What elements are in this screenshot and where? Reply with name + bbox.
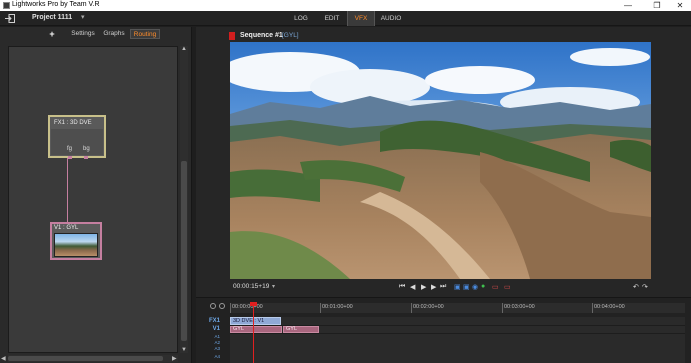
video-node-thumbnail: [54, 233, 98, 257]
scrollbar-thumb[interactable]: [181, 161, 187, 341]
timecode-dropdown-icon[interactable]: ▾: [272, 283, 275, 290]
step-forward-icon[interactable]: ▶: [431, 283, 436, 291]
exit-icon[interactable]: [5, 14, 15, 23]
go-to-end-icon[interactable]: ⏭: [440, 283, 446, 291]
maximize-button[interactable]: ❐: [646, 0, 668, 11]
ruler-tick: [411, 303, 412, 313]
timeline-panel: 00:00:00+00 00:01:00+00 00:02:00+00 00:0…: [196, 297, 691, 363]
project-name[interactable]: Project 1111: [32, 14, 72, 21]
ruler-label: 00:03:00+00: [504, 304, 535, 310]
track-fx1[interactable]: [230, 317, 685, 326]
redo-icon[interactable]: ↷: [642, 283, 648, 291]
tab-edit[interactable]: EDIT: [318, 11, 346, 26]
video-clip-label: GYL: [286, 326, 298, 332]
minimize-button[interactable]: —: [617, 0, 639, 11]
play-icon[interactable]: ▶: [421, 283, 426, 291]
track-label-a1[interactable]: A1: [208, 334, 220, 339]
window-titlebar: Lightworks Pro by Team V.R — ❐ ✕: [0, 0, 691, 11]
app-icon: [3, 2, 10, 9]
track-label-fx1[interactable]: FX1: [208, 318, 220, 324]
sequence-subtitle: [GYL]: [282, 32, 299, 39]
ruler-tick: [592, 303, 593, 313]
vertical-scrollbar[interactable]: [180, 46, 188, 353]
port-bg[interactable]: [84, 156, 88, 159]
video-node[interactable]: V1 : GYL: [50, 222, 102, 260]
zoom-in-icon[interactable]: [210, 303, 216, 309]
ruler-tick: [230, 303, 231, 313]
video-node-label: V1 : GYL: [54, 225, 79, 231]
replace-icon[interactable]: ▭: [504, 283, 511, 291]
playhead[interactable]: [253, 303, 254, 363]
port-label-fg: fg: [67, 146, 73, 152]
fx-node[interactable]: FX1 : 3D DVE fg bg: [48, 115, 106, 159]
add-effect-button[interactable]: +: [46, 29, 58, 39]
window-title: Lightworks Pro by Team V.R: [12, 1, 100, 8]
video-clip-label: GYL: [233, 326, 245, 332]
tab-log[interactable]: LOG: [287, 11, 315, 26]
fx-node-body: [51, 129, 103, 155]
track-label-v1[interactable]: V1: [208, 326, 220, 332]
horizontal-scrollbar[interactable]: [8, 355, 178, 362]
port-label-bg: bg: [83, 146, 90, 152]
project-dropdown-icon[interactable]: ▾: [81, 13, 85, 21]
fx-node-label: FX1 : 3D DVE: [54, 120, 92, 126]
video-clip[interactable]: GYL: [283, 326, 319, 333]
go-to-start-icon[interactable]: ⏮: [399, 283, 405, 291]
video-clip[interactable]: GYL: [230, 326, 282, 333]
tab-graphs[interactable]: Graphs: [101, 29, 127, 39]
scroll-left-icon[interactable]: ◀: [1, 355, 6, 362]
ruler-label: 00:01:00+00: [322, 304, 353, 310]
fx-clip[interactable]: 3D DVE : V1: [230, 317, 281, 325]
track-label-a2[interactable]: A2: [208, 340, 220, 345]
app-toolbar: Project 1111 ▾ LOG EDIT VFX AUDIO: [0, 11, 691, 26]
video-viewer[interactable]: [230, 42, 651, 279]
ruler-label: 00:04:00+00: [594, 304, 625, 310]
track-label-a3[interactable]: A3: [208, 346, 220, 351]
tab-audio[interactable]: AUDIO: [377, 11, 405, 26]
track-label-a4[interactable]: A4: [208, 354, 220, 359]
ruler-label: 00:02:00+00: [413, 304, 444, 310]
sequence-marker-icon: [229, 32, 235, 40]
scrollbar-thumb[interactable]: [8, 356, 163, 361]
vfx-panel: + Settings Graphs Routing FX1 : 3D DVE f…: [0, 27, 192, 363]
tab-routing[interactable]: Routing: [130, 29, 160, 39]
mark-in-icon[interactable]: ▣: [454, 283, 461, 291]
viewer-panel: Sequence #1 [GYL] 00:00:15+19 ▾ ⏮ ◀ ▶ ▶ …: [196, 27, 691, 297]
timecode-display[interactable]: 00:00:15+19: [233, 283, 269, 290]
fx-clip-label: 3D DVE : V1: [233, 318, 265, 324]
close-button[interactable]: ✕: [669, 0, 691, 11]
vfx-panel-tabs: + Settings Graphs Routing: [0, 27, 192, 41]
scroll-down-icon[interactable]: ▼: [181, 347, 187, 353]
port-fg[interactable]: [68, 156, 72, 159]
ruler-tick: [320, 303, 321, 313]
clear-marks-icon[interactable]: ◉: [472, 283, 478, 291]
tab-settings[interactable]: Settings: [69, 29, 97, 39]
sequence-title: Sequence #1: [240, 32, 283, 39]
zoom-out-icon[interactable]: [219, 303, 225, 309]
step-back-icon[interactable]: ◀: [410, 283, 415, 291]
insert-icon[interactable]: ▭: [492, 283, 499, 291]
routing-connection: [67, 158, 68, 222]
mark-out-icon[interactable]: ▣: [463, 283, 470, 291]
routing-canvas[interactable]: [8, 46, 178, 353]
timeline-ruler[interactable]: 00:00:00+00 00:01:00+00 00:02:00+00 00:0…: [230, 303, 685, 313]
scroll-right-icon[interactable]: ▶: [172, 355, 177, 362]
record-cue-icon[interactable]: ●: [481, 283, 485, 290]
ruler-label: 00:00:00+00: [232, 304, 263, 310]
undo-icon[interactable]: ↶: [633, 283, 639, 291]
scroll-up-icon[interactable]: ▲: [181, 46, 187, 52]
ruler-tick: [502, 303, 503, 313]
audio-tracks[interactable]: [230, 334, 685, 363]
tab-vfx[interactable]: VFX: [347, 11, 375, 26]
